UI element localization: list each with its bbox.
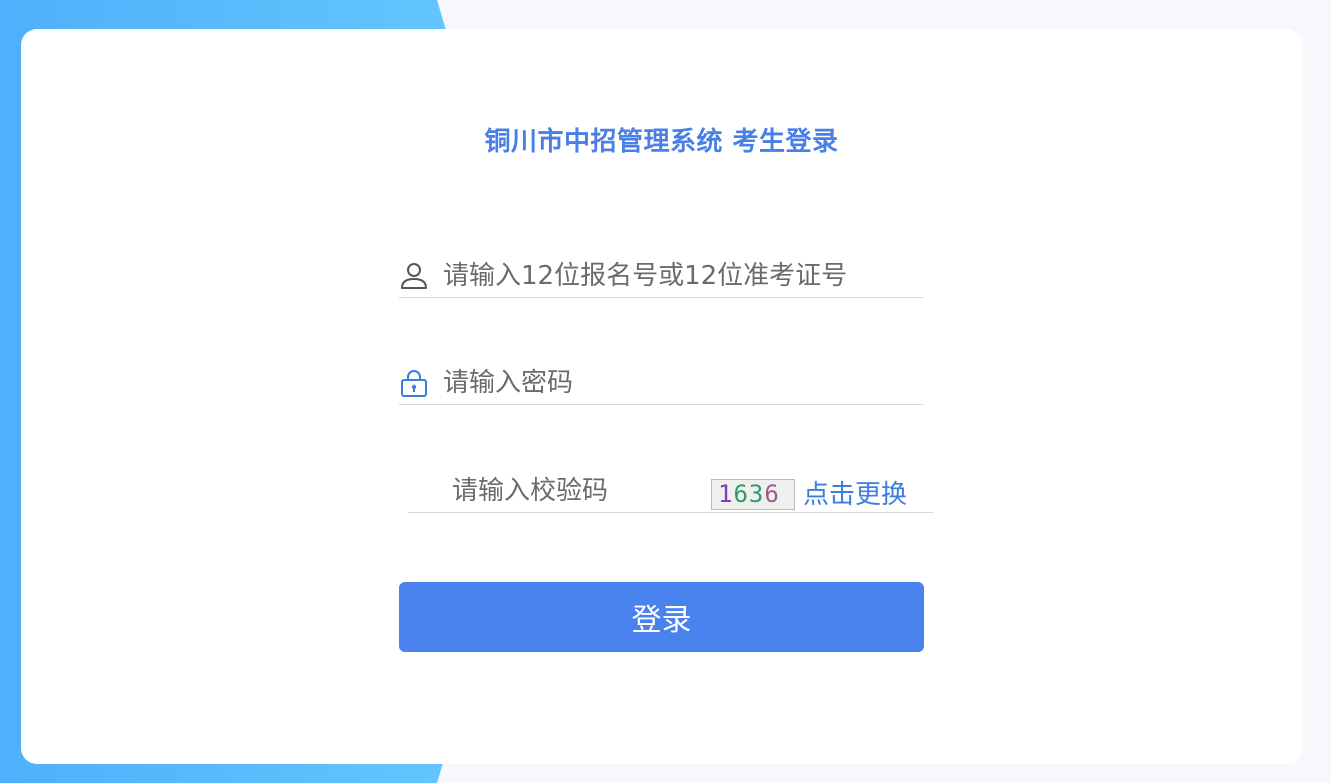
login-card: 铜川市中招管理系统 考生登录 1636 点击更换 登录	[21, 29, 1302, 764]
captcha-refresh-link[interactable]: 点击更换	[803, 474, 907, 511]
username-field-row	[399, 257, 924, 298]
password-input[interactable]	[443, 364, 913, 402]
user-icon	[399, 261, 429, 291]
page-title: 铜川市中招管理系统 考生登录	[484, 127, 839, 157]
username-input[interactable]	[443, 257, 913, 295]
captcha-digit: 3	[748, 480, 765, 508]
captcha-image[interactable]: 1636	[711, 479, 795, 510]
lock-icon	[399, 368, 429, 398]
password-field-row	[399, 364, 924, 405]
captcha-digit: 1	[718, 480, 734, 508]
login-button[interactable]: 登录	[399, 582, 924, 652]
captcha-digit: 6	[764, 480, 780, 508]
captcha-digit: 6	[733, 480, 749, 508]
captcha-input[interactable]	[452, 472, 702, 510]
captcha-field-row: 1636 点击更换	[408, 472, 933, 513]
